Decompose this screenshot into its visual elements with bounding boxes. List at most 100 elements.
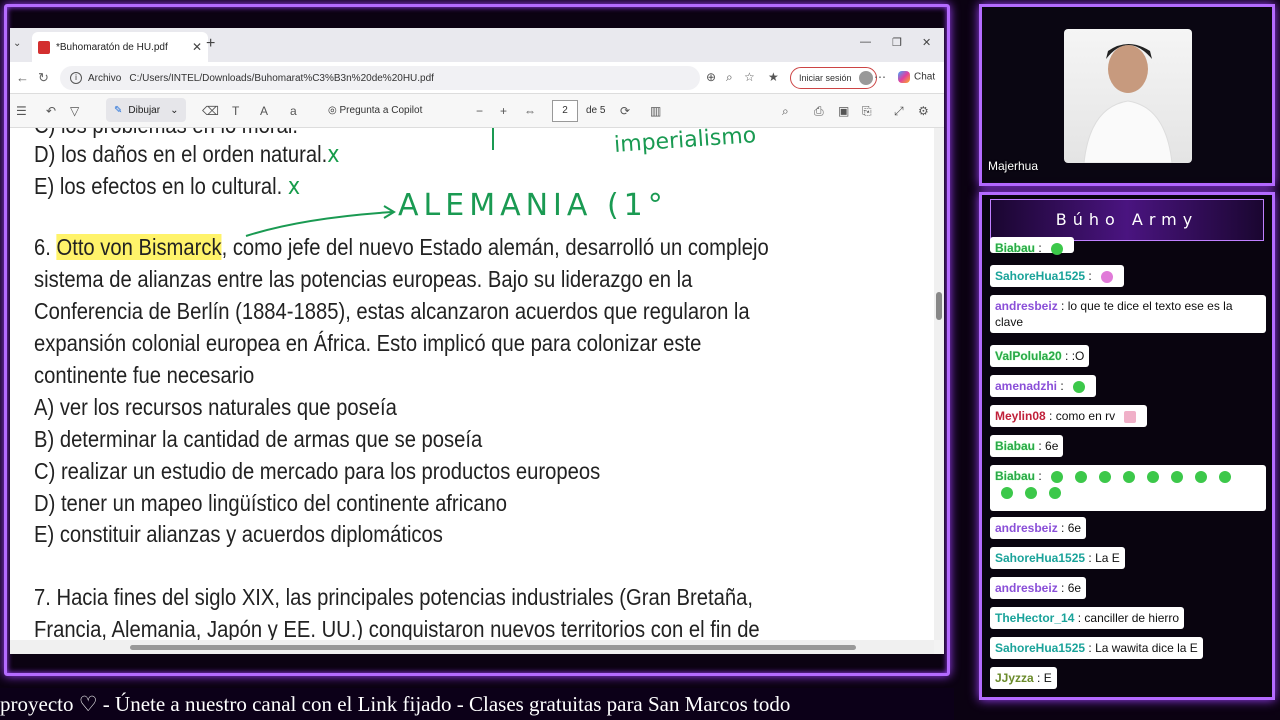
draw-label: Dibujar: [128, 104, 161, 116]
translate-doc-icon[interactable]: a: [290, 104, 297, 118]
chat-user: SahoreHua1525: [995, 551, 1086, 565]
q6-rest: , como jefe del nuevo Estado alemán, des…: [221, 234, 769, 260]
hscroll-thumb[interactable]: [130, 645, 856, 650]
chat-panel: Búho Army Biabau : SahoreHua1525 : andre…: [979, 192, 1275, 700]
chat-user: SahoreHua1525: [995, 641, 1086, 655]
chat-message: SahoreHua1525 :: [990, 265, 1125, 287]
zoom-out-icon[interactable]: −: [476, 104, 483, 118]
emote-icon: [1051, 470, 1064, 483]
favorite-icon[interactable]: ☆: [744, 70, 755, 84]
translate-icon[interactable]: ⊕: [706, 70, 716, 84]
option-e-text: E) los efectos en lo cultural.: [34, 173, 283, 199]
highlight-icon[interactable]: ▽: [70, 104, 79, 118]
page-count: de 5: [586, 105, 606, 116]
q6-option-c: C) realizar un estudio de mercado para l…: [34, 458, 601, 484]
close-tab-icon[interactable]: ✕: [192, 40, 202, 54]
annotation-x-mark-2: x: [287, 172, 301, 200]
ask-copilot-button[interactable]: ◎ Pregunta a Copilot: [328, 105, 422, 116]
fit-page-icon[interactable]: ⇔: [524, 104, 536, 118]
chat-message: SahoreHua1525 : La E: [990, 547, 1125, 569]
rotate-icon[interactable]: ⟳: [620, 104, 630, 118]
chat-user: Biabau: [995, 439, 1036, 453]
back-icon[interactable]: ←: [16, 70, 29, 85]
print-icon[interactable]: ⎙: [814, 104, 824, 119]
emote-icon: [1049, 486, 1061, 499]
chat-text: como en rv: [1055, 409, 1116, 423]
page-view-icon[interactable]: ▥: [650, 104, 661, 118]
annotation-stroke: [492, 128, 494, 150]
url-field[interactable]: i Archivo C:/Users/INTEL/Downloads/Buhom…: [60, 66, 700, 90]
chat-message: JJyzza : E: [990, 667, 1057, 689]
save-icon[interactable]: ▣: [838, 104, 849, 118]
chat-user: andresbeiz: [995, 581, 1058, 595]
chat-user: TheHector_14: [995, 611, 1075, 625]
chat-text: La wawita dice la E: [1095, 641, 1198, 655]
minimize-icon[interactable]: —: [860, 36, 871, 48]
emote-icon: [1147, 470, 1160, 483]
info-icon[interactable]: i: [70, 72, 82, 84]
chat-message: SahoreHua1525 : La wawita dice la E: [990, 637, 1203, 659]
signin-button[interactable]: Iniciar sesión: [790, 67, 877, 89]
chat-label: Chat: [914, 71, 936, 83]
browser-tab[interactable]: *Buhomaratón de HU.pdf ✕: [32, 32, 208, 62]
q7-line-2: Francia, Alemania, Japón y EE. UU.) conq…: [34, 616, 760, 640]
draw-button[interactable]: ✎ Dibujar ⌄: [106, 98, 187, 122]
camera-frame: Majerhua: [979, 4, 1275, 186]
restore-icon[interactable]: ❐: [892, 36, 902, 49]
chat-user: SahoreHua1525: [995, 269, 1086, 283]
chat-user: andresbeiz: [995, 299, 1058, 313]
pdf-page: C) los problemas en lo moral. D) los dañ…: [10, 128, 934, 640]
annotation-imperialismo: imperialismo: [613, 128, 757, 158]
chat-message: ValPolula20 : :O: [990, 345, 1090, 367]
page-number-input[interactable]: 2: [552, 100, 578, 122]
expand-icon[interactable]: ⤢: [894, 104, 904, 119]
webcam-feed: [1064, 29, 1192, 163]
tab-list-chevron-icon[interactable]: ⌄: [13, 38, 21, 49]
q6-line-4: expansión colonial europea en África. Es…: [34, 330, 702, 356]
eraser-icon[interactable]: ⌫: [202, 104, 219, 118]
annotation-alemania: ALEMANIA (1°: [398, 188, 668, 223]
refresh-icon[interactable]: ↻: [38, 70, 49, 86]
address-label: Archivo: [88, 72, 122, 84]
scroll-thumb[interactable]: [936, 292, 942, 320]
settings-icon[interactable]: ⚙: [918, 104, 929, 118]
annotation-x-mark: x: [327, 140, 340, 168]
vertical-scrollbar[interactable]: [934, 128, 944, 640]
new-tab-icon[interactable]: +: [206, 35, 215, 53]
emote-icon: [1171, 470, 1184, 483]
copilot-small-icon: ◎: [328, 105, 340, 116]
emote-icon: [1073, 380, 1086, 393]
chat-message: Biabau : 6e: [990, 435, 1064, 457]
chat-text: La E: [1095, 551, 1120, 565]
zoom-icon[interactable]: ⌕: [726, 70, 733, 85]
ask-copilot-label: Pregunta a Copilot: [339, 105, 423, 116]
chat-message: andresbeiz : lo que te dice el texto ese…: [990, 295, 1266, 333]
contents-icon[interactable]: ☰: [16, 104, 27, 118]
zoom-in-icon[interactable]: +: [500, 104, 507, 118]
chat-text: 6e: [1067, 521, 1082, 535]
read-aloud-icon[interactable]: A: [260, 104, 268, 118]
close-window-icon[interactable]: ✕: [922, 36, 931, 49]
emote-icon: [1219, 470, 1232, 483]
favorites-icon[interactable]: ★: [768, 70, 779, 84]
search-icon[interactable]: ⌕: [782, 104, 789, 119]
horizontal-scrollbar[interactable]: [10, 640, 934, 654]
chat-message: Biabau :: [990, 237, 1075, 255]
chat-user: Biabau: [995, 469, 1036, 483]
chat-text: 6e: [1045, 439, 1059, 453]
browser-window: ⌄ *Buhomaratón de HU.pdf ✕ + — ❐ ✕ ← ↻ i…: [10, 28, 944, 654]
chat-text: 6e: [1067, 581, 1082, 595]
save-as-icon[interactable]: ⎘: [862, 104, 872, 119]
q6-line-5: continente fue necesario: [34, 362, 255, 388]
chat-button[interactable]: Chat: [898, 71, 935, 83]
pen-icon: ✎: [114, 104, 123, 116]
option-d-text: D) los daños en el orden natural.: [34, 141, 328, 167]
chevron-down-icon: ⌄: [170, 104, 179, 116]
stream-canvas: ⌄ *Buhomaratón de HU.pdf ✕ + — ❐ ✕ ← ↻ i…: [0, 0, 1280, 720]
undo-icon[interactable]: ↶: [46, 104, 56, 118]
chat-message: andresbeiz : 6e: [990, 517, 1087, 539]
chat-text: canciller de hierro: [1084, 611, 1180, 625]
more-icon[interactable]: ⋯: [874, 70, 886, 84]
option-e-line: E) los efectos en lo cultural. x: [34, 172, 300, 200]
text-icon[interactable]: T: [232, 104, 239, 118]
